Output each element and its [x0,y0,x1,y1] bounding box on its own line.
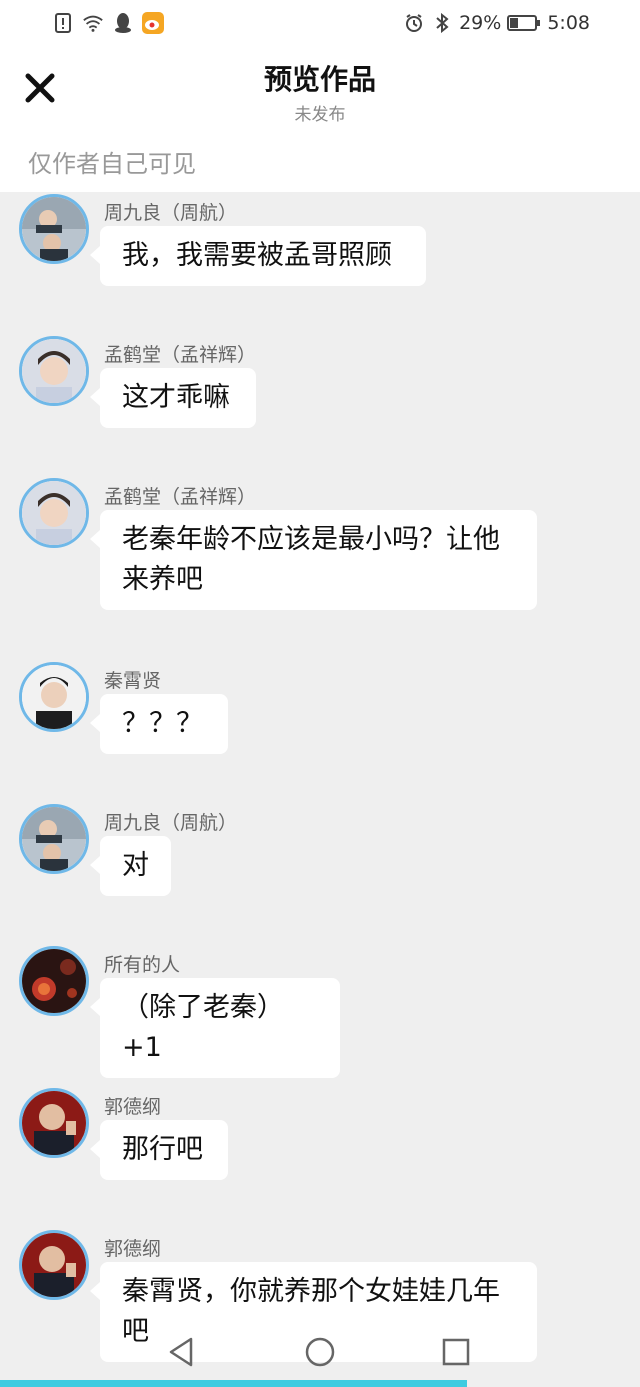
preview-header: 预览作品 未发布 仅作者自己可见 [0,52,640,192]
avatar[interactable] [19,1088,89,1158]
avatar-zhou-image [22,197,86,261]
avatar-qin-image [22,665,86,729]
avatar[interactable] [19,336,89,406]
sender-name: 孟鹤堂（孟祥辉） [104,344,257,366]
message-bubble: ？？？ [90,694,228,754]
back-button[interactable] [160,1330,204,1374]
avatar[interactable] [19,662,89,732]
battery-icon [507,12,541,34]
alert-icon [52,12,74,34]
message-bubble: 那行吧 [90,1120,228,1180]
back-triangle-icon [169,1337,193,1367]
battery-percent: 29% [459,12,502,34]
sender-name: 孟鹤堂（孟祥辉） [104,486,257,508]
avatar-meng-image [22,339,86,403]
avatar-all-image [22,949,86,1013]
alarm-icon [403,12,425,34]
avatar[interactable] [19,804,89,874]
avatar[interactable] [19,194,89,264]
sender-name: 秦霄贤 [104,670,162,692]
weibo-icon [142,12,164,34]
system-nav-bar [0,1330,640,1382]
avatar[interactable] [19,1230,89,1300]
qq-icon [112,12,134,34]
visibility-note: 仅作者自己可见 [28,150,196,178]
wifi-icon [82,12,104,34]
avatar-guo-image [22,1091,86,1155]
bluetooth-icon [431,12,453,34]
status-bar: 29% 5:08 [0,0,640,52]
message-bubble: 我，我需要被孟哥照顾 [90,226,426,286]
sender-name: 郭德纲 [104,1096,162,1118]
chat-list[interactable]: 周九良（周航） 我，我需要被孟哥照顾 孟鹤堂（孟祥辉） 这才乖嘛 孟鹤堂（孟祥辉… [0,192,640,1387]
home-circle-icon [305,1337,335,1367]
page-title: 预览作品 [263,63,376,96]
sender-name: 所有的人 [104,954,181,976]
sender-name: 郭德纲 [104,1238,162,1260]
message-bubble: 老秦年龄不应该是最小吗？让他来养吧 [90,510,537,610]
sender-name: 周九良（周航） [104,202,238,224]
sender-name: 周九良（周航） [104,812,238,834]
message-bubble: 这才乖嘛 [90,368,256,428]
recents-button[interactable] [434,1330,478,1374]
status-left-icons [52,12,164,34]
avatar[interactable] [19,946,89,1016]
status-right: 29% 5:08 [403,12,590,34]
avatar-guo-image [22,1233,86,1297]
reading-progress-bar [0,1380,468,1387]
avatar-zhou-image [22,807,86,871]
publish-status: 未发布 [294,105,346,125]
home-button[interactable] [298,1330,342,1374]
message-bubble: （除了老秦）+1 [90,978,340,1078]
avatar-meng-image [22,481,86,545]
clock: 5:08 [547,12,590,34]
message-bubble: 对 [90,836,171,896]
avatar[interactable] [19,478,89,548]
recents-square-icon [442,1338,470,1366]
